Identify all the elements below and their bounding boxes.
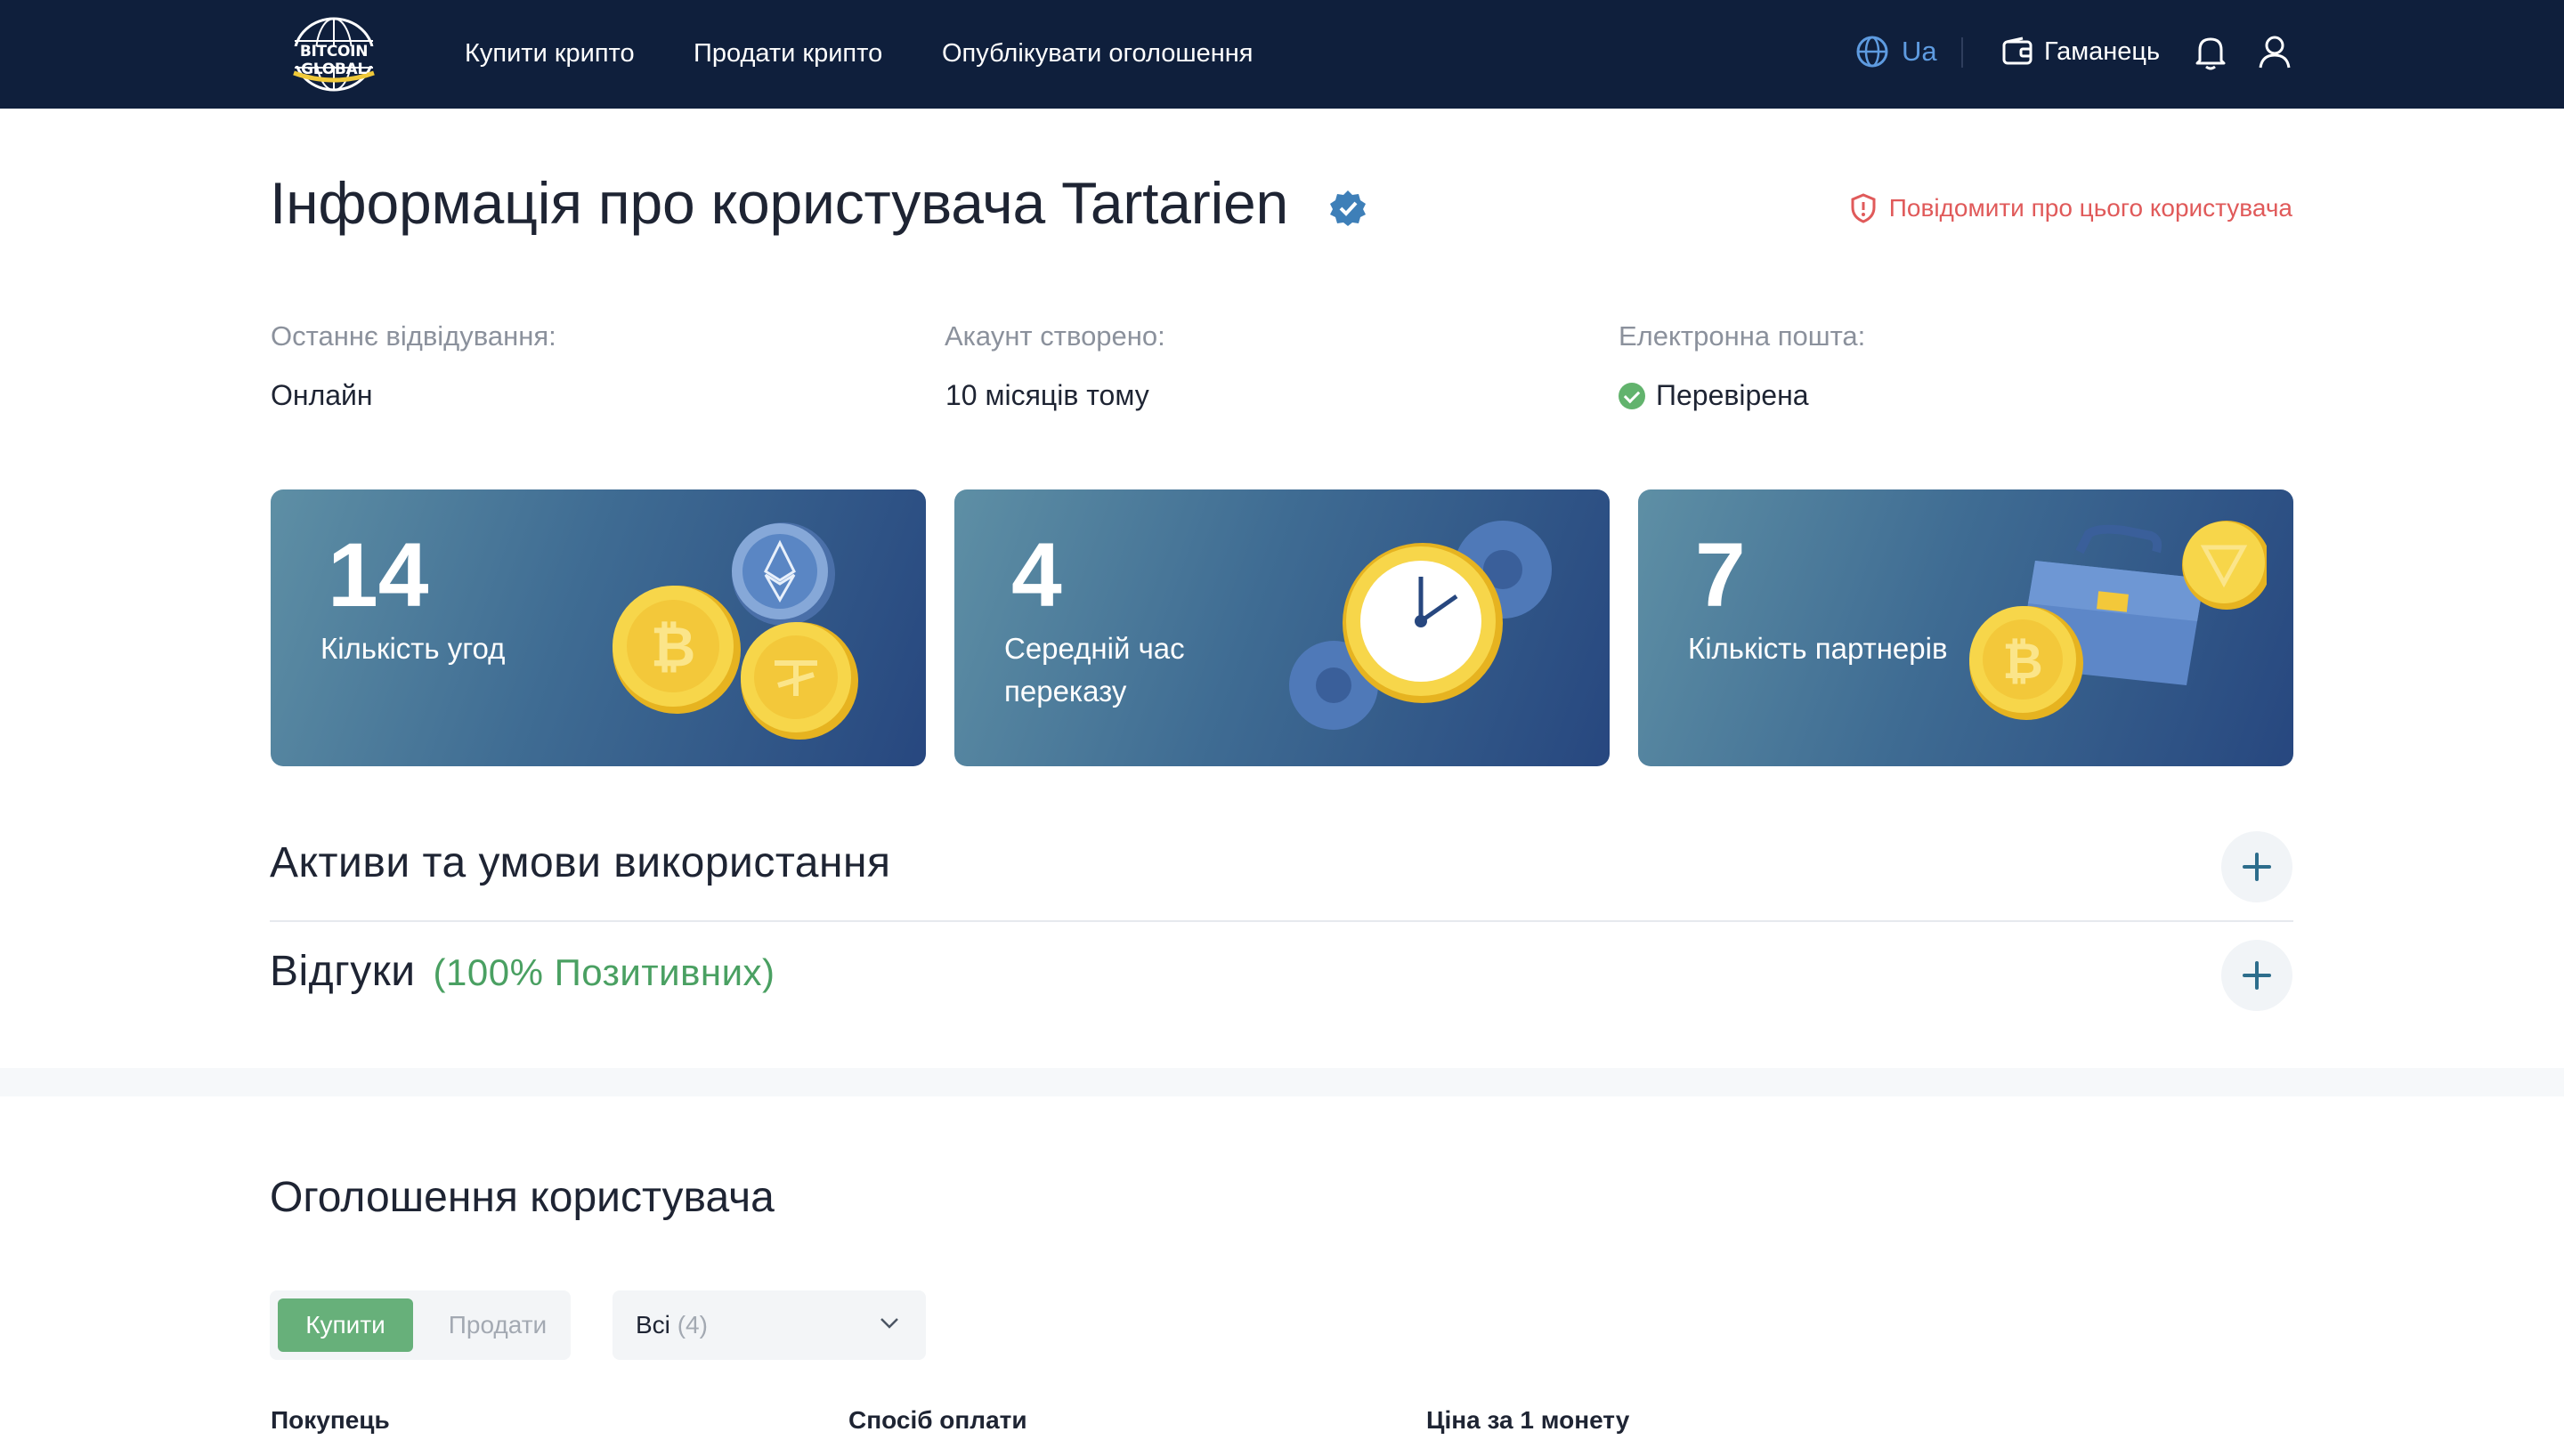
header-divider <box>1961 37 1963 68</box>
column-header-price: Ціна за 1 монету <box>1426 1406 1630 1434</box>
briefcase-coins-illustration-icon: ₿ <box>1969 521 2267 720</box>
bitcoin-global-logo[interactable]: BITCOIN GLOBAL <box>267 16 401 93</box>
account-created-label: Акаунт створено: <box>945 320 1165 352</box>
check-circle-icon <box>1619 382 1645 409</box>
column-header-buyer: Покупець <box>271 1406 390 1434</box>
wallet-label: Гаманець <box>2044 36 2161 66</box>
filter-count: (4) <box>677 1311 708 1339</box>
email-status: Перевірена <box>1619 379 1809 412</box>
nav-publish-ad[interactable]: Опублікувати оголошення <box>942 34 1253 73</box>
top-navigation-bar: BITCOIN GLOBAL Купити крипто Продати кри… <box>0 0 2564 109</box>
report-user-label: Повідомити про цього користувача <box>1888 194 2292 222</box>
account-created-value: 10 місяців тому <box>945 379 1149 412</box>
buy-sell-toggle: Купити Продати <box>270 1290 571 1360</box>
globe-icon <box>1856 36 1888 68</box>
page-title: Інформація про користувача Tartarien <box>270 170 1289 236</box>
email-label: Електронна пошта: <box>1619 320 1866 352</box>
email-status-text: Перевірена <box>1656 379 1809 411</box>
stat-label: Середній час переказу <box>1004 632 1185 708</box>
assets-terms-title[interactable]: Активи та умови використання <box>270 838 890 887</box>
stat-card-transfer-time: 4 Середній час переказу <box>954 489 1610 766</box>
verified-badge-icon <box>1330 190 1366 226</box>
tab-sell[interactable]: Продати <box>435 1298 560 1352</box>
stat-label: Кількість угод <box>320 632 506 665</box>
report-user-link[interactable]: Повідомити про цього користувача <box>1850 190 2292 226</box>
nav-sell-crypto[interactable]: Продати крипто <box>694 34 882 73</box>
chevron-down-icon <box>880 1318 898 1329</box>
stat-value: 7 <box>1695 524 1746 626</box>
filter-selected-value: Всі (4) <box>636 1290 708 1360</box>
stat-label: Кількість партнерів <box>1688 632 1948 665</box>
expand-assets-button[interactable] <box>2221 831 2292 902</box>
nav-buy-crypto[interactable]: Купити крипто <box>465 34 635 73</box>
last-visit-value: Онлайн <box>271 379 373 412</box>
last-visit-label: Останнє відвідування: <box>271 320 556 352</box>
logo-text: BITCOIN GLOBAL <box>299 43 369 78</box>
stat-card-deals: 14 Кількість угод ₿ <box>271 489 926 766</box>
expand-reviews-button[interactable] <box>2221 940 2292 1011</box>
section-separator <box>0 1068 2564 1096</box>
language-switcher[interactable]: Ua <box>1855 32 1937 71</box>
reviews-label: Відгуки <box>270 948 416 995</box>
column-header-payment-method: Спосіб оплати <box>848 1406 1027 1434</box>
crypto-coins-illustration-icon: ₿ <box>613 522 858 740</box>
account-created-text: 10 місяців тому <box>945 379 1149 411</box>
reviews-title[interactable]: Відгуки (100% Позитивних) <box>270 947 775 996</box>
stat-card-partners: 7 Кількість партнерів ₿ <box>1638 489 2293 766</box>
stat-value: 14 <box>328 524 429 626</box>
clock-gears-illustration-icon <box>1289 521 1552 730</box>
reviews-positive-percent: (100% Позитивних) <box>433 951 775 993</box>
tab-buy[interactable]: Купити <box>278 1298 413 1352</box>
language-label: Ua <box>1902 36 1937 67</box>
user-listings-title: Оголошення користувача <box>270 1174 775 1221</box>
user-icon[interactable] <box>2257 34 2292 71</box>
stat-value: 4 <box>1011 524 1062 626</box>
filter-label: Всі <box>636 1311 670 1339</box>
svg-text:₿: ₿ <box>2002 633 2043 691</box>
svg-text:₿: ₿ <box>651 614 696 679</box>
bell-icon[interactable] <box>2193 34 2228 71</box>
wallet-icon <box>2002 36 2033 65</box>
wallet-button[interactable]: Гаманець <box>2001 32 2160 71</box>
asset-filter-dropdown[interactable]: Всі (4) <box>613 1290 926 1360</box>
accordion-divider <box>270 920 2293 922</box>
shield-icon <box>1851 193 1876 223</box>
last-visit-text: Онлайн <box>271 379 373 411</box>
